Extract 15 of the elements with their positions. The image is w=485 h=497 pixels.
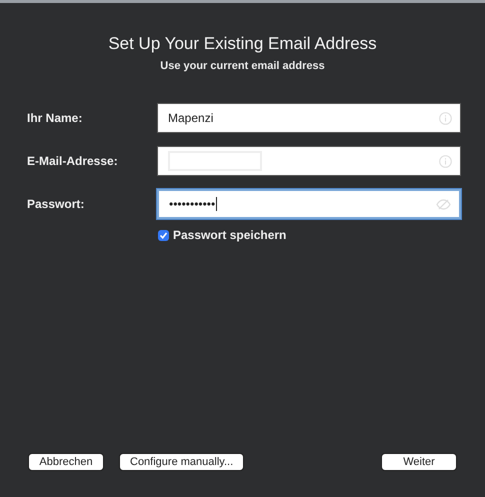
dialog-title: Set Up Your Existing Email Address [108,34,377,54]
info-icon [439,112,452,124]
field-label: E-Mail-Adresse: [27,154,119,168]
input-field[interactable]: ••••••••••• [157,189,461,219]
field-label: Ihr Name: [27,111,84,125]
checkbox-label: Passwort speichern [173,228,286,242]
input-field[interactable] [157,146,461,176]
dialog-button[interactable]: Weiter [381,453,457,471]
field-label: Passwort: [27,197,86,211]
dialog-subtitle: Use your current email address [160,60,325,72]
dialog-button[interactable]: Abbrechen [28,453,104,471]
dialog-button[interactable]: Configure manually... [119,453,244,471]
checkbox[interactable] [158,230,169,240]
input-field[interactable]: Mapenzi [157,103,461,133]
info-icon [439,154,452,168]
